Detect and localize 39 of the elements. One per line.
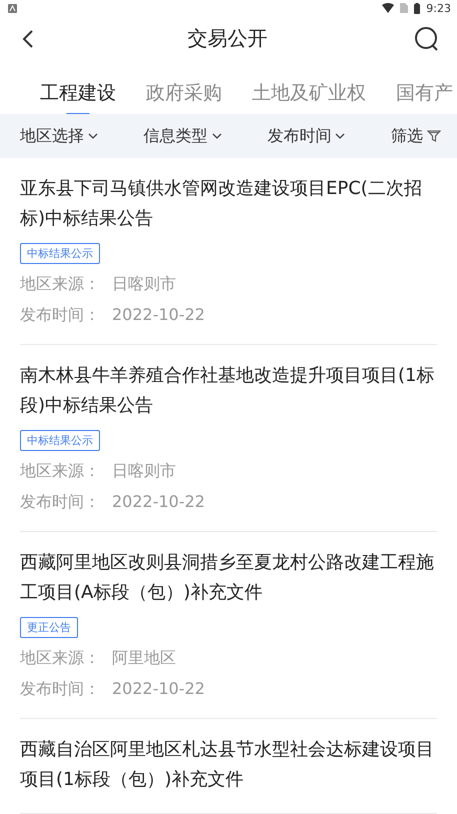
date-label: 发布时间： [20, 304, 100, 326]
back-icon[interactable] [22, 30, 34, 48]
filter-dropdown[interactable]: 发布时间 [267, 126, 346, 147]
status-time: 9:23 [426, 2, 451, 15]
category-tab[interactable]: 土地及矿业权 [252, 60, 366, 114]
notice-type-tag: 更正公告 [20, 617, 78, 638]
notice-title[interactable]: 亚东县下司马镇供水管网改造建设项目EPC(二次招标)中标结果公告 [20, 174, 437, 234]
date-label: 发布时间： [20, 678, 100, 700]
notice-title[interactable]: 南木林县牛羊养殖合作社基地改造提升项目项目(1标段)中标结果公告 [20, 361, 437, 421]
region-value: 日喀则市 [112, 273, 176, 295]
search-icon[interactable] [414, 26, 440, 52]
filter-icon [426, 130, 441, 142]
category-tab[interactable]: 国有产 [396, 60, 453, 114]
region-value: 日喀则市 [112, 460, 176, 482]
notice-title[interactable]: 西藏自治区阿里地区札达县节水型社会达标建设项目项目(1标段（包）)补充文件 [20, 735, 437, 795]
battery-icon [414, 2, 420, 14]
date-label: 发布时间： [20, 491, 100, 513]
region-label: 地区来源： [20, 273, 100, 295]
notification-icon [8, 4, 17, 13]
date-value: 2022-10-22 [112, 491, 205, 513]
page-title: 交易公开 [186, 25, 268, 52]
region-label: 地区来源： [20, 460, 100, 482]
wifi-icon [382, 3, 394, 14]
filter-dropdown[interactable]: 信息类型 [144, 126, 222, 147]
chevron-down-icon [335, 133, 346, 140]
chevron-down-icon [88, 133, 98, 140]
date-value: 2022-10-22 [112, 304, 205, 326]
category-tab[interactable]: 工程建设 [40, 60, 116, 114]
filter-dropdown[interactable]: 地区选择 [20, 126, 98, 147]
category-tab[interactable]: 政府采购 [146, 60, 222, 114]
sim-icon [400, 3, 408, 14]
date-value: 2022-10-22 [112, 678, 205, 700]
filter-dropdown[interactable]: 筛选 [390, 126, 441, 147]
chevron-down-icon [212, 133, 222, 140]
region-label: 地区来源： [20, 647, 100, 669]
region-value: 阿里地区 [112, 647, 176, 669]
notice-type-tag: 中标结果公示 [20, 430, 100, 451]
notice-title[interactable]: 西藏阿里地区改则县洞措乡至夏龙村公路改建工程施工项目(A标段（包）)补充文件 [20, 548, 437, 608]
notice-type-tag: 中标结果公示 [20, 243, 100, 264]
